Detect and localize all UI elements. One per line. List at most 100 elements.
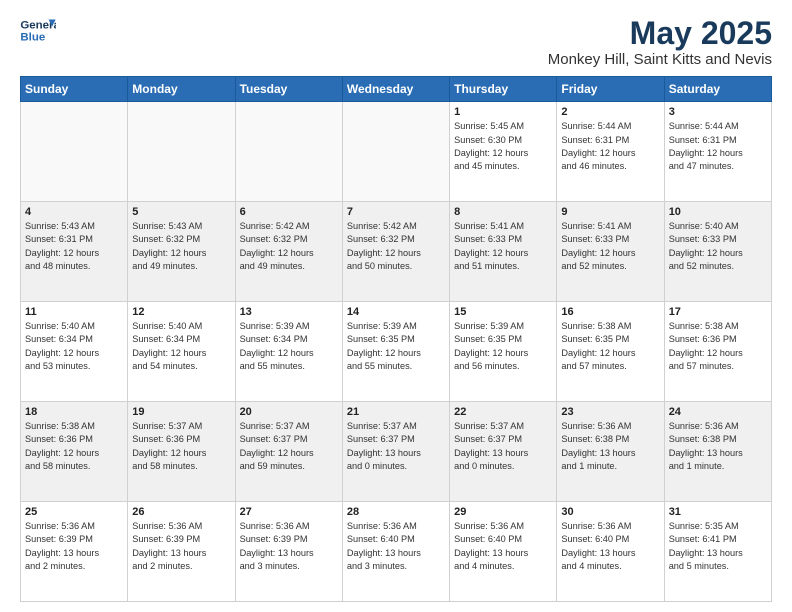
calendar-cell: 24Sunrise: 5:36 AM Sunset: 6:38 PM Dayli… — [664, 402, 771, 502]
calendar-cell: 13 Sunrise: 5:39 AM Sunset: 6:34 PM Dayli… — [235, 302, 342, 402]
calendar-table: SundayMondayTuesdayWednesdayThursdayFrid… — [20, 76, 772, 602]
day-number: 13 — [240, 306, 338, 318]
day-info: Sunrise: 5:37 AM Sunset: 6:37 PM Dayligh… — [347, 420, 445, 473]
calendar-cell: 17 Sunrise: 5:38 AM Sunset: 6:36 PM Dayli… — [664, 302, 771, 402]
day-info: Sunrise: 5:41 AM Sunset: 6:33 PM Dayligh… — [561, 220, 659, 273]
calendar-cell: 10 Sunrise: 5:40 AM Sunset: 6:33 PM Dayli… — [664, 202, 771, 302]
day-info: Sunrise: 5:41 AM Sunset: 6:33 PM Dayligh… — [454, 220, 552, 273]
day-info: Sunrise: 5:44 AM Sunset: 6:31 PM Dayligh… — [669, 120, 767, 173]
title-block: May 2025 Monkey Hill, Saint Kitts and Ne… — [548, 16, 772, 68]
calendar-cell: 18 Sunrise: 5:38 AM Sunset: 6:36 PM Dayli… — [21, 402, 128, 502]
calendar-week-row: 1 Sunrise: 5:45 AM Sunset: 6:30 PM Daylig… — [21, 102, 772, 202]
calendar-day-header: Saturday — [664, 77, 771, 102]
day-number: 14 — [347, 306, 445, 318]
calendar-cell: 5Sunrise: 5:43 AM Sunset: 6:32 PM Daylig… — [128, 202, 235, 302]
day-number: 5 — [132, 206, 230, 218]
calendar-week-row: 25Sunrise: 5:36 AM Sunset: 6:39 PM Dayli… — [21, 502, 772, 602]
calendar-week-row: 11 Sunrise: 5:40 AM Sunset: 6:34 PM Dayli… — [21, 302, 772, 402]
day-info: Sunrise: 5:42 AM Sunset: 6:32 PM Dayligh… — [347, 220, 445, 273]
calendar-cell: 8Sunrise: 5:41 AM Sunset: 6:33 PM Daylig… — [450, 202, 557, 302]
day-info: Sunrise: 5:36 AM Sunset: 6:38 PM Dayligh… — [561, 420, 659, 473]
day-info: Sunrise: 5:40 AM Sunset: 6:34 PM Dayligh… — [25, 320, 123, 373]
day-number: 3 — [669, 106, 767, 118]
calendar-cell: 16 Sunrise: 5:38 AM Sunset: 6:35 PM Dayli… — [557, 302, 664, 402]
day-info: Sunrise: 5:40 AM Sunset: 6:33 PM Dayligh… — [669, 220, 767, 273]
calendar-cell — [21, 102, 128, 202]
calendar-cell: 15Sunrise: 5:39 AM Sunset: 6:35 PM Dayli… — [450, 302, 557, 402]
day-number: 1 — [454, 106, 552, 118]
day-number: 22 — [454, 406, 552, 418]
day-number: 24 — [669, 406, 767, 418]
calendar-cell: 29 Sunrise: 5:36 AM Sunset: 6:40 PM Dayli… — [450, 502, 557, 602]
day-number: 16 — [561, 306, 659, 318]
day-number: 11 — [25, 306, 123, 318]
calendar-cell: 23 Sunrise: 5:36 AM Sunset: 6:38 PM Dayli… — [557, 402, 664, 502]
calendar-day-header: Tuesday — [235, 77, 342, 102]
day-number: 31 — [669, 506, 767, 518]
calendar-day-header: Friday — [557, 77, 664, 102]
day-info: Sunrise: 5:37 AM Sunset: 6:37 PM Dayligh… — [454, 420, 552, 473]
day-info: Sunrise: 5:38 AM Sunset: 6:35 PM Dayligh… — [561, 320, 659, 373]
day-info: Sunrise: 5:36 AM Sunset: 6:40 PM Dayligh… — [561, 520, 659, 573]
calendar-day-header: Monday — [128, 77, 235, 102]
calendar-cell: 28 Sunrise: 5:36 AM Sunset: 6:40 PM Dayli… — [342, 502, 449, 602]
day-info: Sunrise: 5:36 AM Sunset: 6:40 PM Dayligh… — [347, 520, 445, 573]
svg-text:Blue: Blue — [20, 32, 45, 44]
day-number: 15 — [454, 306, 552, 318]
calendar-cell: 21 Sunrise: 5:37 AM Sunset: 6:37 PM Dayli… — [342, 402, 449, 502]
day-number: 29 — [454, 506, 552, 518]
calendar-cell: 31 Sunrise: 5:35 AM Sunset: 6:41 PM Dayli… — [664, 502, 771, 602]
day-number: 27 — [240, 506, 338, 518]
calendar-week-row: 18 Sunrise: 5:38 AM Sunset: 6:36 PM Dayli… — [21, 402, 772, 502]
day-number: 2 — [561, 106, 659, 118]
calendar-cell: 3 Sunrise: 5:44 AM Sunset: 6:31 PM Daylig… — [664, 102, 771, 202]
day-number: 9 — [561, 206, 659, 218]
day-info: Sunrise: 5:35 AM Sunset: 6:41 PM Dayligh… — [669, 520, 767, 573]
day-number: 4 — [25, 206, 123, 218]
calendar-cell: 26Sunrise: 5:36 AM Sunset: 6:39 PM Dayli… — [128, 502, 235, 602]
day-info: Sunrise: 5:37 AM Sunset: 6:37 PM Dayligh… — [240, 420, 338, 473]
calendar-cell: 7 Sunrise: 5:42 AM Sunset: 6:32 PM Daylig… — [342, 202, 449, 302]
calendar-cell: 14 Sunrise: 5:39 AM Sunset: 6:35 PM Dayli… — [342, 302, 449, 402]
day-info: Sunrise: 5:37 AM Sunset: 6:36 PM Dayligh… — [132, 420, 230, 473]
calendar-cell: 12Sunrise: 5:40 AM Sunset: 6:34 PM Dayli… — [128, 302, 235, 402]
day-info: Sunrise: 5:45 AM Sunset: 6:30 PM Dayligh… — [454, 120, 552, 173]
subtitle: Monkey Hill, Saint Kitts and Nevis — [548, 51, 772, 68]
day-info: Sunrise: 5:39 AM Sunset: 6:34 PM Dayligh… — [240, 320, 338, 373]
calendar-cell — [235, 102, 342, 202]
day-number: 28 — [347, 506, 445, 518]
day-number: 21 — [347, 406, 445, 418]
header: General Blue May 2025 Monkey Hill, Saint… — [20, 16, 772, 68]
day-number: 12 — [132, 306, 230, 318]
main-title: May 2025 — [548, 16, 772, 51]
day-number: 20 — [240, 406, 338, 418]
calendar-cell: 30Sunrise: 5:36 AM Sunset: 6:40 PM Dayli… — [557, 502, 664, 602]
day-number: 18 — [25, 406, 123, 418]
calendar-day-header: Sunday — [21, 77, 128, 102]
calendar-cell: 20 Sunrise: 5:37 AM Sunset: 6:37 PM Dayli… — [235, 402, 342, 502]
day-info: Sunrise: 5:38 AM Sunset: 6:36 PM Dayligh… — [25, 420, 123, 473]
day-info: Sunrise: 5:39 AM Sunset: 6:35 PM Dayligh… — [347, 320, 445, 373]
day-number: 23 — [561, 406, 659, 418]
calendar-day-header: Thursday — [450, 77, 557, 102]
day-info: Sunrise: 5:36 AM Sunset: 6:40 PM Dayligh… — [454, 520, 552, 573]
day-info: Sunrise: 5:36 AM Sunset: 6:39 PM Dayligh… — [240, 520, 338, 573]
calendar-cell: 25Sunrise: 5:36 AM Sunset: 6:39 PM Dayli… — [21, 502, 128, 602]
page: General Blue May 2025 Monkey Hill, Saint… — [0, 0, 792, 612]
calendar-header-row: SundayMondayTuesdayWednesdayThursdayFrid… — [21, 77, 772, 102]
logo-icon: General Blue — [20, 16, 56, 46]
day-info: Sunrise: 5:44 AM Sunset: 6:31 PM Dayligh… — [561, 120, 659, 173]
day-number: 6 — [240, 206, 338, 218]
calendar-cell: 1 Sunrise: 5:45 AM Sunset: 6:30 PM Daylig… — [450, 102, 557, 202]
day-number: 10 — [669, 206, 767, 218]
calendar-cell: 4 Sunrise: 5:43 AM Sunset: 6:31 PM Daylig… — [21, 202, 128, 302]
calendar-cell: 2 Sunrise: 5:44 AM Sunset: 6:31 PM Daylig… — [557, 102, 664, 202]
calendar-cell: 27 Sunrise: 5:36 AM Sunset: 6:39 PM Dayli… — [235, 502, 342, 602]
day-info: Sunrise: 5:43 AM Sunset: 6:31 PM Dayligh… — [25, 220, 123, 273]
day-info: Sunrise: 5:36 AM Sunset: 6:39 PM Dayligh… — [132, 520, 230, 573]
day-info: Sunrise: 5:38 AM Sunset: 6:36 PM Dayligh… — [669, 320, 767, 373]
calendar-cell: 22 Sunrise: 5:37 AM Sunset: 6:37 PM Dayli… — [450, 402, 557, 502]
day-number: 7 — [347, 206, 445, 218]
day-number: 17 — [669, 306, 767, 318]
calendar-day-header: Wednesday — [342, 77, 449, 102]
